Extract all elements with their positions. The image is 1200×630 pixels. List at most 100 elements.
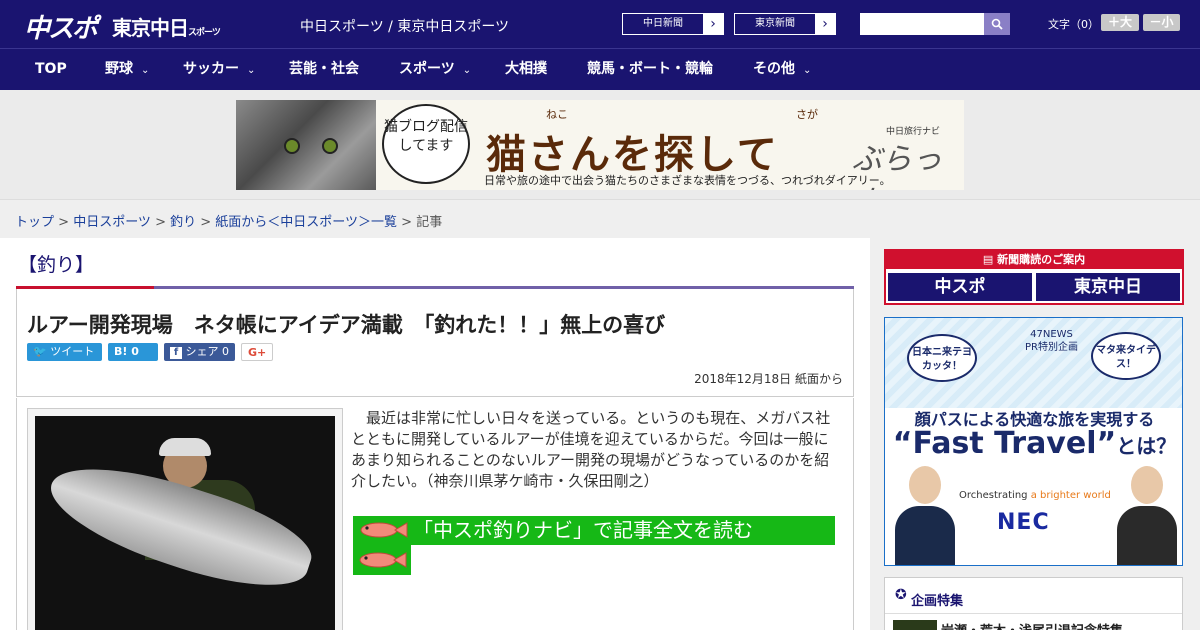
font-larger-button[interactable]: ＋大 <box>1101 14 1139 31</box>
nav-sports[interactable]: スポーツ ⌄ <box>399 49 471 90</box>
ad-47news-label: 47NEWS <box>1030 329 1073 340</box>
cat-eye <box>322 138 338 154</box>
nav-other[interactable]: その他 ⌄ <box>753 49 811 90</box>
cta-row: 「中スポ釣りナビ」で記事全文を読む <box>353 516 835 545</box>
category-title: 【釣り】 <box>18 254 95 276</box>
facebook-share-label: シェア 0 <box>185 345 230 358</box>
search-input[interactable] <box>860 13 984 35</box>
article-body: 最近は非常に忙しい日々を送っている。というのも現在、メガバス社とともに開発してい… <box>16 398 854 630</box>
chevron-down-icon: ⌄ <box>462 65 472 76</box>
breadcrumb-top[interactable]: トップ <box>15 215 54 230</box>
feature-item-link[interactable]: 岩瀬・荒木・浅尾引退記念特集 <box>941 620 1123 630</box>
banner-ruby: ねこ <box>546 108 568 121</box>
search-icon <box>991 18 1003 30</box>
banner-ruby: さが <box>796 108 818 121</box>
ad-pr-label: PR特別企画 <box>1025 342 1078 353</box>
nav-label: スポーツ <box>399 61 455 77</box>
nav-soccer[interactable]: サッカー ⌄ <box>183 49 255 90</box>
banner-bubble: 猫ブログ配信してます <box>382 104 470 184</box>
chunichi-shimbun-link[interactable]: 中日新聞 › <box>622 13 724 35</box>
nav-label: TOP <box>35 61 67 77</box>
breadcrumb-fishing[interactable]: 釣り <box>170 215 196 230</box>
subscribe-chuspo-logo[interactable]: 中スポ <box>888 273 1032 301</box>
font-smaller-button[interactable]: －小 <box>1143 14 1180 31</box>
ad-fast-travel-suffix: とは？ <box>1116 434 1177 458</box>
newspaper-icon: ▤ <box>982 253 994 266</box>
angler-cap <box>159 438 211 456</box>
article-headline: ルアー開発現場 ネタ帳にアイデア満載 「釣れた！！」無上の喜び <box>27 313 666 337</box>
main-content: 【釣り】 ルアー開発現場 ネタ帳にアイデア満載 「釣れた！！」無上の喜び 🐦 ツ… <box>0 238 870 630</box>
subscription-heading-text: 新聞購読のご案内 <box>997 253 1086 266</box>
breadcrumb-sep: > <box>54 215 74 230</box>
page: 中スポ 東京中日スポーツ 中日スポーツ / 東京中日スポーツ 中日新聞 › 東京新… <box>0 0 1200 630</box>
hatena-bookmark-button[interactable]: B! 0 <box>108 343 158 361</box>
chevron-down-icon: ⌄ <box>247 65 256 76</box>
tokyo-logo-suffix: スポーツ <box>188 28 221 38</box>
facebook-icon: f <box>170 347 182 359</box>
ad-bubble-right: マタ来タイデス！ <box>1091 332 1161 380</box>
cat-blog-banner[interactable]: 猫ブログ配信してます ねこ さが 猫さんを探して 中日旅行ナビ ぶらっ人 日常や… <box>236 100 964 190</box>
ad-tagline-tail: a brighter world <box>1027 490 1111 501</box>
facebook-share-button[interactable]: f シェア 0 <box>164 343 235 361</box>
fish-icon <box>359 552 407 568</box>
google-plus-button[interactable]: G+ <box>241 343 273 361</box>
nav-top[interactable]: TOP <box>35 49 67 90</box>
cat-eye <box>284 138 300 154</box>
chevron-right-icon: › <box>815 14 835 34</box>
nav-baseball[interactable]: 野球 ⌄ <box>105 49 149 90</box>
article-photo-frame <box>27 408 343 630</box>
nav-label: サッカー <box>183 61 239 77</box>
breadcrumb-chunichi-sports[interactable]: 中日スポーツ <box>73 215 151 230</box>
chunichi-link-label: 中日新聞 <box>643 18 683 29</box>
feature-heading: 企画特集 <box>911 594 964 609</box>
nav-label: 芸能・社会 <box>289 61 359 77</box>
feature-divider <box>885 613 1182 614</box>
ad-person-left <box>895 466 955 565</box>
nav-keiba[interactable]: 競馬・ボート・競輪 <box>587 49 713 90</box>
nec-ad[interactable]: 日本ニ来テヨカッタ！ マタ来タイデス！ 47NEWS PR特別企画 顔パスによる快… <box>884 317 1183 566</box>
tokyo-shimbun-link[interactable]: 東京新聞 › <box>734 13 836 35</box>
person-body <box>1117 506 1177 565</box>
breadcrumb-sep: > <box>397 215 417 230</box>
font-size-label: 文字（0） <box>1048 18 1099 31</box>
chevron-down-icon: ⌄ <box>141 65 150 76</box>
nav-label: 大相撲 <box>505 61 547 77</box>
top-header: 中スポ 東京中日スポーツ 中日スポーツ / 東京中日スポーツ 中日新聞 › 東京新… <box>0 0 1200 48</box>
nav-sumo[interactable]: 大相撲 <box>505 49 547 90</box>
breadcrumb-current: 記事 <box>416 215 443 230</box>
breadcrumb-sep: > <box>150 215 171 230</box>
ad-tagline-main: Orchestrating <box>959 490 1028 501</box>
subscription-heading: ▤ 新聞購読のご案内 <box>886 251 1182 269</box>
chuspo-logo[interactable]: 中スポ <box>24 8 98 45</box>
ad-fast-travel-main: “Fast Travel” <box>892 426 1117 461</box>
ad-47news: 47NEWS PR特別企画 <box>1025 328 1078 354</box>
breadcrumb-sep: > <box>196 215 216 230</box>
ad-tagline: Orchestrating a brighter world <box>959 490 1111 501</box>
read-full-article-link[interactable]: 「中スポ釣りナビ」で記事全文を読む <box>353 516 835 576</box>
person-head <box>909 466 941 504</box>
nec-logo: NEC <box>997 510 1050 535</box>
article-photo[interactable] <box>35 416 335 630</box>
tweet-button[interactable]: 🐦 ツイート <box>27 343 102 361</box>
cta-label: 「中スポ釣りナビ」で記事全文を読む <box>413 518 753 542</box>
subscribe-tokyo-logo[interactable]: 東京中日 <box>1036 273 1180 301</box>
article-lead: 最近は非常に忙しい日々を送っている。というのも現在、メガバス社とともに開発してい… <box>351 409 831 490</box>
tokyo-logo-text: 東京中日 <box>112 16 189 40</box>
ribbon-icon: ✪ <box>895 587 907 603</box>
twitter-icon: 🐦 <box>33 345 47 358</box>
nav-label: 野球 <box>105 61 133 77</box>
banner-subtitle: 日常や旅の途中で出会う猫たちのさまざまな表情をつづる、つれづれダイアリー。 <box>484 174 891 187</box>
article-date: 2018年12月18日 紙面から <box>694 372 843 386</box>
ad-person-right <box>1117 466 1177 565</box>
banner-area: 猫ブログ配信してます ねこ さが 猫さんを探して 中日旅行ナビ ぶらっ人 日常や… <box>0 90 1200 200</box>
chevron-right-icon: › <box>703 14 723 34</box>
tokyo-chunichi-logo[interactable]: 東京中日スポーツ <box>112 12 221 41</box>
nav-entertainment[interactable]: 芸能・社会 <box>289 49 359 90</box>
subscription-box[interactable]: ▤ 新聞購読のご案内 中スポ 東京中日 <box>884 249 1184 305</box>
feature-thumbnail[interactable] <box>893 620 937 630</box>
person-body <box>895 506 955 565</box>
breadcrumb-list[interactable]: 紙面から＜中日スポーツ＞一覧 <box>215 215 397 230</box>
search-button[interactable] <box>984 13 1010 35</box>
tokyo-link-label: 東京新聞 <box>755 18 795 29</box>
person-head <box>1131 466 1163 504</box>
